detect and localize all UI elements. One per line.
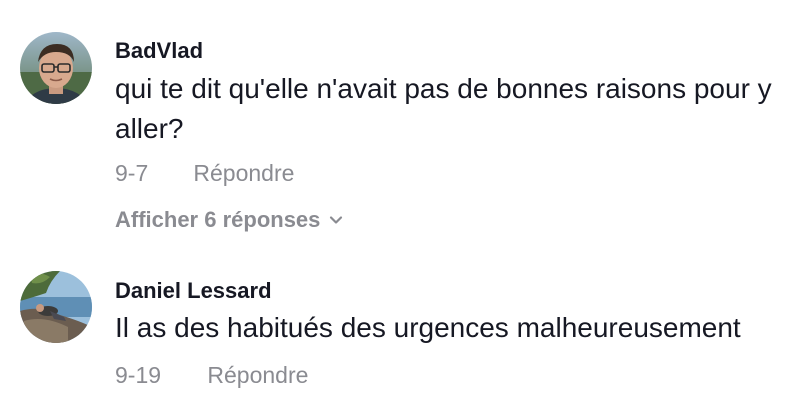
comment-item: BadVlad qui te dit qu'elle n'avait pas d… (0, 0, 812, 250)
comment-text: qui te dit qu'elle n'avait pas de bonnes… (115, 73, 772, 144)
username[interactable]: Daniel Lessard (115, 277, 272, 305)
comment-meta: 9-7 Répondre (115, 159, 294, 187)
reply-button[interactable]: Répondre (207, 361, 308, 389)
username[interactable]: BadVlad (115, 37, 203, 65)
man-with-glasses-avatar-icon (20, 32, 92, 104)
comment-item: Daniel Lessard Il as des habitués des ur… (0, 250, 812, 408)
comment-meta: 9-19 Répondre (115, 361, 308, 389)
person-on-rock-avatar-icon (20, 271, 92, 343)
comment-date: 9-19 (115, 362, 162, 388)
view-replies-button[interactable]: Afficher 6 réponses (115, 206, 344, 235)
comment-text: Il as des habitués des urgences malheure… (115, 312, 741, 343)
avatar[interactable] (20, 271, 92, 343)
comment-date: 9-7 (115, 160, 149, 186)
view-replies-label: Afficher 6 réponses (115, 207, 321, 232)
reply-button[interactable]: Répondre (193, 159, 294, 187)
chevron-down-icon (328, 207, 344, 235)
avatar[interactable] (20, 32, 92, 104)
